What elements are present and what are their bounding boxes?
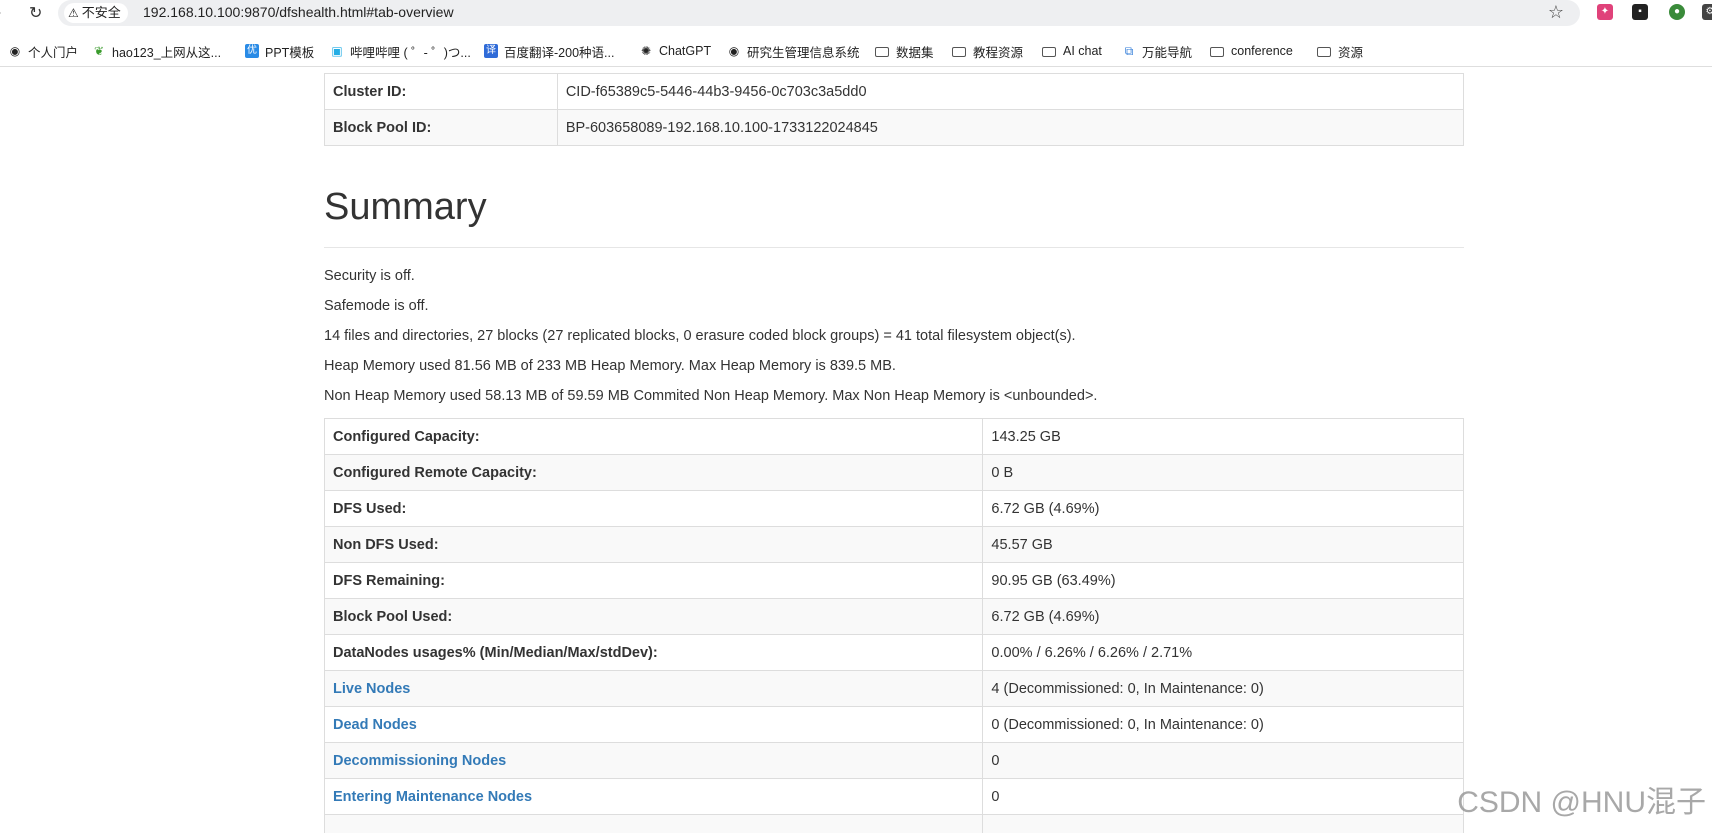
globe-icon: ◉: [728, 44, 740, 58]
configured-capacity-value: 143.25 GB: [982, 418, 1464, 455]
extension-icon[interactable]: ⚙: [1702, 4, 1712, 20]
bookmark-item[interactable]: 教程资源: [952, 42, 1023, 60]
bilibili-icon: ▣: [331, 44, 343, 58]
empty-label: [323, 814, 984, 833]
folder-icon: [1317, 47, 1331, 57]
dfs-used-label: DFS Used:: [323, 490, 984, 527]
table-row: DFS Used: 6.72 GB (4.69%): [323, 490, 1464, 527]
summary-table: Configured Capacity: 143.25 GB Configured …: [323, 418, 1464, 833]
bookmark-item[interactable]: ✺ ChatGPT: [639, 42, 711, 60]
table-row: Cluster ID: CID-f65389c5-5446-44b3-9456-…: [324, 73, 1465, 110]
extension-icon[interactable]: ●: [1669, 4, 1685, 20]
warning-icon: ⚠: [68, 6, 79, 20]
table-row: Configured Capacity: 143.25 GB: [323, 418, 1464, 455]
datanodes-usages-min-median-max-stddev-value: 0.00% / 6.26% / 6.26% / 2.71%: [982, 634, 1464, 671]
bookmark-item[interactable]: 数据集: [875, 42, 934, 60]
configured-remote-capacity-value: 0 B: [982, 454, 1464, 491]
bookmark-item[interactable]: 资源: [1317, 42, 1363, 60]
url-text[interactable]: 192.168.10.100:9870/dfshealth.html#tab-o…: [143, 4, 454, 20]
heap-memory: Heap Memory used 81.56 MB of 233 MB Heap…: [324, 358, 896, 374]
table-row: Entering Maintenance Nodes 0: [323, 778, 1464, 815]
cluster-id-value: CID-f65389c5-5446-44b3-9456-0c703c3a5dd0: [556, 73, 1465, 110]
table-row: Decommissioning Nodes 0: [323, 742, 1464, 779]
overview-table: Cluster ID: CID-f65389c5-5446-44b3-9456-…: [324, 73, 1465, 146]
table-row: DataNodes usages% (Min/Median/Max/stdDev…: [323, 634, 1464, 671]
table-row: Dead Nodes 0 (Decommissioned: 0, In Maint…: [323, 706, 1464, 743]
non-dfs-used-label: Non DFS Used:: [323, 526, 984, 563]
watermark: CSDN @HNU混子: [1457, 786, 1706, 819]
translate-icon: 译: [484, 44, 498, 58]
extension-icon[interactable]: ▪: [1632, 4, 1648, 20]
entering-maintenance-nodes-link[interactable]: Entering Maintenance Nodes: [323, 778, 984, 815]
dead-nodes-link[interactable]: Dead Nodes: [323, 706, 984, 743]
security-chip[interactable]: ⚠ 不安全: [64, 3, 128, 23]
non-dfs-used-value: 45.57 GB: [982, 526, 1464, 563]
block-pool-used-value: 6.72 GB (4.69%): [982, 598, 1464, 635]
bookmarks-bar: ◉ 个人门户 ❦ hao123_上网从这... 优 PPT模板 ▣ 哔哩哔哩 ( ゜- …: [0, 36, 1712, 67]
block-pool-id-label: Block Pool ID:: [324, 109, 558, 146]
table-row: Block Pool ID: BP-603658089-192.168.10.1…: [324, 109, 1465, 146]
table-row: Non DFS Used: 45.57 GB: [323, 526, 1464, 563]
table-row: DFS Remaining: 90.95 GB (63.49%): [323, 562, 1464, 599]
bookmark-item[interactable]: ❦ hao123_上网从这...: [92, 42, 221, 60]
dead-nodes-value: 0 (Decommissioned: 0, In Maintenance: 0): [982, 706, 1464, 743]
dfs-remaining-label: DFS Remaining:: [323, 562, 984, 599]
back-arrow-icon[interactable]: ›: [0, 4, 1, 22]
bookmark-star-icon[interactable]: ☆: [1548, 2, 1564, 23]
cluster-id-label: Cluster ID:: [324, 73, 558, 110]
configured-capacity-label: Configured Capacity:: [323, 418, 984, 455]
table-row: Live Nodes 4 (Decommissioned: 0, In Maint…: [323, 670, 1464, 707]
folder-icon: [952, 47, 966, 57]
table-row: Block Pool Used: 6.72 GB (4.69%): [323, 598, 1464, 635]
entering-maintenance-nodes-value: 0: [982, 778, 1464, 815]
bookmark-item[interactable]: ◉ 个人门户: [8, 42, 78, 60]
folder-icon: [1042, 47, 1056, 57]
block-pool-id-value: BP-603658089-192.168.10.100-173312202484…: [556, 109, 1465, 146]
decommissioning-nodes-link[interactable]: Decommissioning Nodes: [323, 742, 984, 779]
datanodes-usages-min-median-max-stddev-label: DataNodes usages% (Min/Median/Max/stdDev…: [323, 634, 984, 671]
hao123-icon: ❦: [93, 44, 105, 58]
reload-icon[interactable]: ↻: [29, 3, 42, 23]
page-content: Cluster ID: CID-f65389c5-5446-44b3-9456-…: [0, 67, 1712, 833]
ppt-icon: 优: [245, 44, 259, 58]
bookmark-item[interactable]: ⧉ 万能导航: [1122, 42, 1192, 60]
table-row: [323, 814, 1464, 833]
folder-icon: [1210, 47, 1224, 57]
bookmark-item[interactable]: conference: [1210, 42, 1293, 60]
summary-heading: Summary: [324, 186, 487, 228]
bookmark-item[interactable]: ▣ 哔哩哔哩 ( ゜- ゜)つ...: [330, 42, 471, 60]
browser-toolbar: › ↻ ⚠不安全 192.168.10.100:9870/dfshealth.h…: [0, 0, 1712, 28]
table-row: Configured Remote Capacity: 0 B: [323, 454, 1464, 491]
folder-icon: [875, 47, 889, 57]
dfs-remaining-value: 90.95 GB (63.49%): [982, 562, 1464, 599]
divider: [324, 247, 1464, 248]
extension-icon[interactable]: ✦: [1597, 4, 1613, 20]
security-status: Security is off.: [324, 268, 415, 284]
live-nodes-value: 4 (Decommissioned: 0, In Maintenance: 0): [982, 670, 1464, 707]
block-pool-used-label: Block Pool Used:: [323, 598, 984, 635]
filesystem-objects: 14 files and directories, 27 blocks (27 …: [324, 328, 1076, 344]
safemode-status: Safemode is off.: [324, 298, 429, 314]
chatgpt-icon: ✺: [640, 44, 652, 58]
non-heap-memory: Non Heap Memory used 58.13 MB of 59.59 M…: [324, 388, 1098, 404]
dfs-used-value: 6.72 GB (4.69%): [982, 490, 1464, 527]
security-label: 不安全: [81, 5, 121, 20]
empty-value: [982, 814, 1464, 833]
address-bar[interactable]: ⚠ 不安全 192.168.10.100:9870/dfshealth.html#…: [58, 0, 1580, 26]
configured-remote-capacity-label: Configured Remote Capacity:: [323, 454, 984, 491]
bookmark-item[interactable]: ◉ 研究生管理信息系统: [727, 42, 860, 60]
bookmark-item[interactable]: 优 PPT模板: [245, 42, 314, 60]
live-nodes-link[interactable]: Live Nodes: [323, 670, 984, 707]
nav-icon: ⧉: [1124, 44, 1134, 58]
bookmark-item[interactable]: AI chat: [1042, 42, 1102, 60]
decommissioning-nodes-value: 0: [982, 742, 1464, 779]
bookmark-item[interactable]: 译百度翻译-200种语...: [484, 42, 614, 60]
globe-icon: ◉: [9, 44, 21, 58]
